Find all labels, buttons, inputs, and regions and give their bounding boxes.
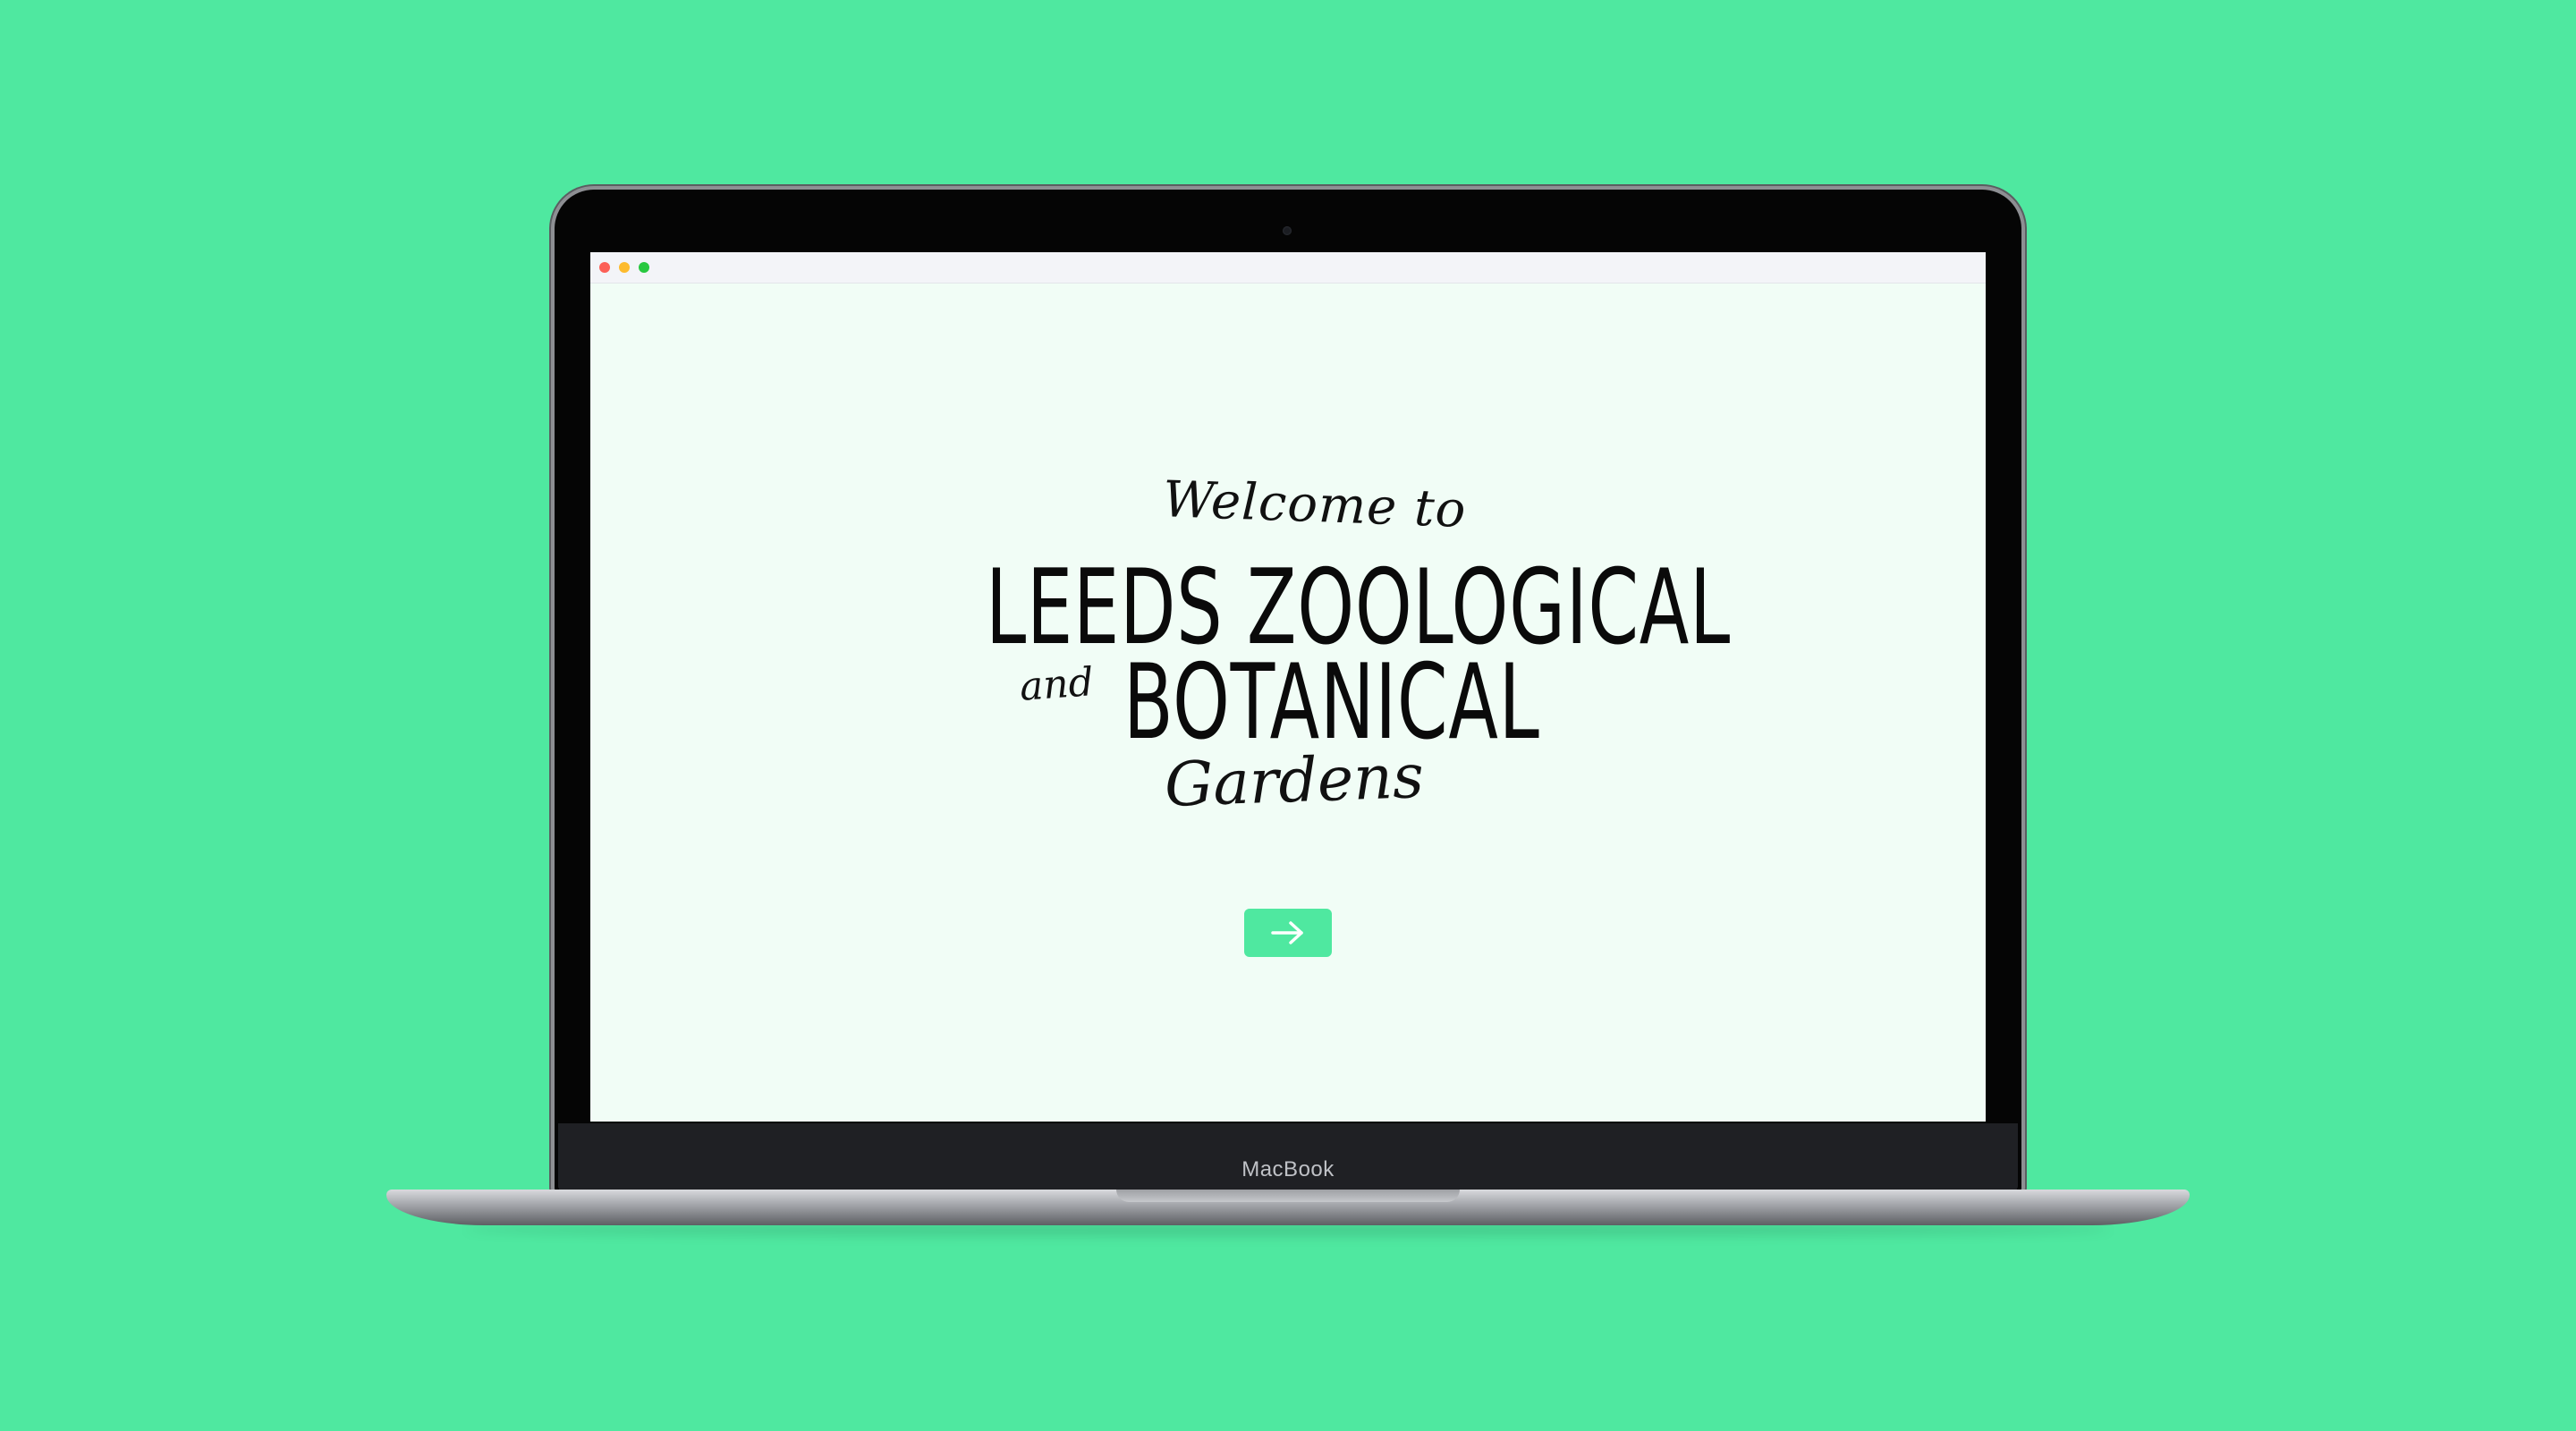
camera-icon bbox=[1283, 226, 1292, 235]
laptop-mockup: Welcome to LEEDS ZOOLOGICAL and BOTANICA… bbox=[0, 0, 2576, 1431]
laptop-shadow bbox=[465, 1224, 2111, 1236]
title-line-2: BOTANICAL bbox=[1123, 642, 1540, 763]
browser-screen: Welcome to LEEDS ZOOLOGICAL and BOTANICA… bbox=[590, 252, 1986, 1122]
device-label: MacBook bbox=[1241, 1157, 1335, 1181]
gardens-text: Gardens bbox=[1163, 741, 1426, 822]
laptop-base-notch bbox=[1116, 1190, 1460, 1202]
enter-button[interactable] bbox=[1244, 909, 1332, 957]
arrow-right-icon bbox=[1271, 921, 1303, 944]
and-text: and bbox=[1018, 659, 1096, 710]
site-logo: Welcome to LEEDS ZOOLOGICAL and BOTANICA… bbox=[590, 252, 1986, 1122]
welcome-text: Welcome to bbox=[1161, 470, 1468, 539]
